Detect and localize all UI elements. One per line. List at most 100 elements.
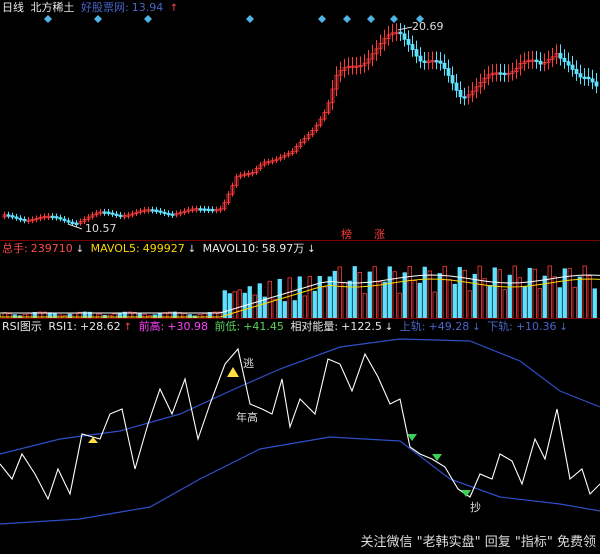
volume-bar bbox=[512, 265, 517, 319]
watermark: 关注微信 "老韩实盘" 回复 "指标" 免费领 bbox=[360, 535, 596, 550]
candle-body bbox=[582, 76, 587, 79]
volume-bar bbox=[497, 269, 502, 319]
volume-header: 总手: 239710 ↓ MAVOL5: 499927 ↓ MAVOL10: 58.97万… bbox=[2, 242, 319, 257]
volume-bar bbox=[332, 270, 337, 319]
volume-bar bbox=[577, 276, 582, 319]
volume-bar bbox=[547, 265, 552, 319]
volume-bar bbox=[397, 292, 402, 319]
signal-diamond-icon bbox=[94, 15, 102, 23]
volume-bar bbox=[342, 282, 347, 319]
candle-body bbox=[162, 211, 167, 215]
high-price-label: 20.69 bbox=[412, 20, 444, 33]
volume-bar bbox=[587, 275, 592, 319]
candle-body bbox=[402, 33, 407, 40]
volume-bar bbox=[492, 267, 497, 319]
candle-body bbox=[570, 64, 575, 70]
volume-bar bbox=[572, 286, 577, 319]
signal-diamond-icon bbox=[367, 15, 375, 23]
candle-body bbox=[454, 82, 459, 91]
down-arrow-icon: ↓ bbox=[559, 322, 568, 333]
signal-diamond-icon bbox=[343, 15, 351, 23]
candle-body bbox=[110, 212, 115, 215]
volume-bar bbox=[417, 282, 422, 319]
candle-body bbox=[66, 220, 71, 223]
volume-bar bbox=[412, 280, 417, 319]
candle-body bbox=[590, 78, 595, 83]
rsi-line-chart bbox=[0, 338, 600, 525]
candle-body bbox=[198, 208, 203, 211]
rsi1-label: RSI1: bbox=[48, 320, 77, 333]
candle-body bbox=[578, 73, 583, 78]
volume-bar bbox=[537, 288, 542, 319]
volume-bar bbox=[552, 276, 557, 319]
mavol10-label: MAVOL10: bbox=[202, 242, 259, 255]
candle-body bbox=[574, 69, 579, 75]
volume-bar bbox=[352, 266, 357, 319]
total-volume-label: 总手: bbox=[2, 242, 28, 255]
volume-bar bbox=[362, 293, 367, 319]
upper-band-label: 上轨: bbox=[399, 320, 426, 333]
volume-bar bbox=[432, 291, 437, 319]
volume-bar bbox=[472, 273, 477, 319]
volume-bar bbox=[582, 265, 587, 319]
candle-body bbox=[434, 60, 439, 63]
volume-bar bbox=[232, 291, 237, 319]
buy-triangle-icon bbox=[461, 490, 471, 497]
down-arrow-icon: ↓ bbox=[307, 244, 316, 255]
candle-body bbox=[446, 68, 451, 76]
rsi-chart-pane[interactable]: RSI图示 RSI1: +28.62 ↑ 前高: +30.98 前低: +41.45 相… bbox=[0, 318, 600, 554]
volume-bar bbox=[452, 283, 457, 319]
candle-body bbox=[22, 219, 27, 222]
volume-chart-pane[interactable]: 总手: 239710 ↓ MAVOL5: 499927 ↓ MAVOL10: 58.97万… bbox=[0, 240, 600, 319]
volume-bar bbox=[302, 295, 307, 319]
escape-label: 逃 bbox=[243, 357, 254, 370]
candle-body bbox=[458, 89, 463, 98]
energy-label: 相对能量: bbox=[290, 320, 339, 333]
volume-bar bbox=[517, 277, 522, 319]
volume-bar bbox=[487, 285, 492, 319]
candle-body bbox=[566, 61, 571, 66]
volume-bar bbox=[387, 266, 392, 319]
prev-low-label: 前低: bbox=[214, 320, 241, 333]
price-chart-pane[interactable]: 日线 北方稀土 好股票网: 13.94 ↑ 20.69 10.57 榜 涨 bbox=[0, 0, 600, 241]
price-header: 日线 北方稀土 好股票网: 13.94 ↑ bbox=[2, 1, 181, 16]
volume-bar bbox=[442, 265, 447, 319]
volume-bar bbox=[527, 267, 532, 319]
candle-body bbox=[462, 96, 467, 99]
down-arrow-icon: ↓ bbox=[75, 244, 85, 255]
volume-bar bbox=[322, 286, 327, 319]
candle-body bbox=[118, 214, 123, 217]
down-arrow-icon: ↓ bbox=[187, 244, 197, 255]
candle-body bbox=[418, 55, 423, 62]
lower-band-label: 下轨: bbox=[487, 320, 513, 333]
volume-bar bbox=[522, 286, 527, 319]
volume-bar bbox=[382, 281, 387, 319]
candle-body bbox=[54, 216, 59, 219]
candle-body bbox=[498, 72, 503, 75]
period-label[interactable]: 日线 bbox=[2, 1, 24, 14]
rsi-header: RSI图示 RSI1: +28.62 ↑ 前高: +30.98 前低: +41.45 相… bbox=[2, 320, 571, 335]
volume-bar bbox=[247, 286, 252, 319]
up-arrow-icon: ↑ bbox=[123, 322, 133, 333]
candle-body bbox=[154, 209, 159, 212]
energy-value: +122.5 bbox=[341, 320, 382, 333]
candle-body bbox=[62, 218, 67, 222]
volume-bar bbox=[477, 265, 482, 319]
volume-bar bbox=[402, 272, 407, 319]
stock-name: 北方稀土 bbox=[30, 1, 75, 14]
site-label: 好股票网: bbox=[81, 1, 129, 14]
volume-bar bbox=[447, 279, 452, 319]
volume-bar bbox=[307, 275, 312, 319]
volume-bar bbox=[367, 271, 372, 319]
total-volume-value: 239710 bbox=[30, 242, 73, 255]
mavol5-label: MAVOL5: bbox=[90, 242, 140, 255]
candle-body bbox=[422, 60, 427, 63]
volume-bar bbox=[297, 276, 302, 319]
signal-diamond-icon bbox=[318, 15, 326, 23]
signal-diamond-icon bbox=[246, 15, 254, 23]
prev-high-value: +30.98 bbox=[167, 320, 208, 333]
volume-bar bbox=[327, 276, 332, 319]
volume-bar bbox=[287, 277, 292, 319]
rsi-line bbox=[0, 347, 600, 501]
candle-body bbox=[450, 75, 455, 84]
